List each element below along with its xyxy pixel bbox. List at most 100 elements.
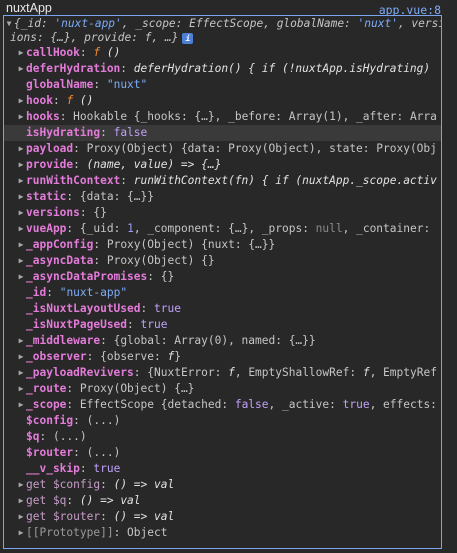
property-value: {_hooks: {…}, _before: Array(1), _after:… [133,110,437,123]
property-row[interactable]: ▶ _observer: {observe: f} [4,349,441,365]
property-value: , _active: [268,398,343,411]
property-row[interactable]: ▶ _asyncData: Proxy(Object) {} [4,253,441,269]
property-key: _asyncData [26,254,94,267]
property-row[interactable]: ▶ _scope: EffectScope {detached: false, _… [4,397,441,413]
variable-title: nuxtApp [6,1,52,15]
property-value: {NuxtError: [147,366,229,379]
triangle-right-icon[interactable]: ▶ [16,333,26,349]
property-row[interactable]: $q: (...) [4,429,441,445]
triangle-right-icon[interactable]: ▶ [16,493,26,509]
property-key: get $config [26,478,101,491]
triangle-right-icon[interactable]: ▶ [16,141,26,157]
property-value: {} [93,206,107,219]
key-separator: : [93,238,107,251]
triangle-right-icon[interactable]: ▶ [16,93,26,109]
property-row[interactable]: __v_skip: true [4,461,441,477]
property-row[interactable]: ▶ callHook: f () [4,45,441,61]
triangle-right-icon[interactable]: ▶ [16,397,26,413]
property-value: {detached: [160,398,235,411]
triangle-right-icon[interactable]: ▶ [16,237,26,253]
property-key: _asyncDataPromises [26,270,148,283]
property-value: {observe: [100,350,168,363]
triangle-right-icon[interactable]: ▶ [16,349,26,365]
property-row[interactable]: ▶ payload: Proxy(Object) {data: Proxy(Obj… [4,141,441,157]
property-key: _scope [26,398,67,411]
property-row[interactable]: ▶ get $q: () => val [4,493,441,509]
property-row[interactable]: ▶ hook: f () [4,93,441,109]
property-row[interactable]: ▶ _appConfig: Proxy(Object) {nuxt: {…}} [4,237,441,253]
property-key: versions [26,206,80,219]
property-row[interactable]: ▶ get $config: () => val [4,477,441,493]
property-key: isHydrating [26,126,101,139]
summary-text-c: , _scope: EffectScope, globalName: [121,17,358,30]
property-row[interactable]: ▶ _route: Proxy(Object) {…} [4,381,441,397]
property-row[interactable]: globalName: "nuxt" [4,77,441,93]
property-key: _payloadRevivers [26,366,134,379]
property-value: () [73,94,94,107]
property-key: _observer [26,350,87,363]
property-value: {…} [174,382,195,395]
triangle-right-icon[interactable]: ▶ [16,61,26,77]
property-value: true [342,398,370,411]
property-row[interactable]: ▶ deferHydration: deferHydration() { if (… [4,61,441,77]
triangle-right-icon[interactable]: ▶ [16,509,26,525]
property-row[interactable]: ▶ get $router: () => val [4,509,441,525]
property-row[interactable]: _isNuxtPageUsed: true [4,317,441,333]
property-row[interactable]: ▶ static: {data: {…}} [4,189,441,205]
property-key: provide [26,158,74,171]
triangle-right-icon[interactable]: ▶ [16,477,26,493]
property-row[interactable]: isHydrating: false [4,125,441,141]
triangle-right-icon[interactable]: ▶ [16,109,26,125]
key-separator: : [93,78,107,91]
triangle-right-icon[interactable]: ▶ [16,173,26,189]
property-row[interactable]: ▶ runWithContext: runWithContext(fn) { if… [4,173,441,189]
property-value: {data: {…}} [79,190,154,203]
info-icon[interactable]: i [182,32,194,44]
triangle-right-icon[interactable]: ▶ [16,45,26,61]
triangle-right-icon[interactable]: ▶ [16,205,26,221]
property-key: [[Prototype]] [26,526,114,539]
key-separator: : [113,526,128,539]
property-row[interactable]: _id: "nuxt-app" [4,285,441,301]
triangle-right-icon[interactable]: ▶ [16,157,26,173]
property-row[interactable]: ▶ _middleware: {global: Array(0), named: … [4,333,441,349]
property-row[interactable]: ▶ vueApp: {_uid: 1, _component: {…}, _pro… [4,221,441,237]
property-row[interactable]: ▶ hooks: Hookable {_hooks: {…}, _before: … [4,109,441,125]
property-key: globalName [26,78,94,91]
property-row[interactable]: ▶ versions: {} [4,205,441,221]
property-value: false [234,398,269,411]
key-separator: : [93,254,107,267]
summary-id: 'nuxt-app' [54,17,122,30]
property-row[interactable]: ▶ [[Prototype]]: Object [4,525,441,541]
key-separator: : [66,382,80,395]
property-row[interactable]: ▶ provide: (name, value) => {…} [4,157,441,173]
property-value: 1 [127,222,134,235]
property-key: hooks [26,110,60,123]
triangle-right-icon[interactable]: ▶ [16,253,26,269]
property-value: {data: Proxy(Object), state: Proxy(Obj [180,142,437,155]
property-row[interactable]: ▶ _payloadRevivers: {NuxtError: f, EmptyS… [4,365,441,381]
property-key: $config [26,414,74,427]
object-inspector-panel: ▼ {_id: 'nuxt-app', _scope: EffectScope, … [3,15,442,549]
property-value: () => val [113,510,175,523]
property-value: Proxy(Object) [79,382,175,395]
key-separator: : [127,318,141,331]
triangle-right-icon[interactable]: ▶ [16,269,26,285]
property-key: get $router [26,510,101,523]
property-row[interactable]: $config: (...) [4,413,441,429]
property-key: hook [26,94,53,107]
key-separator: : [120,62,134,75]
property-row[interactable]: $router: (...) [4,445,441,461]
property-value: , EmptyShallowRef: [234,366,363,379]
triangle-right-icon[interactable]: ▶ [16,525,26,541]
key-separator: : [100,478,114,491]
property-row[interactable]: _isNuxtLayoutUsed: true [4,301,441,317]
triangle-right-icon[interactable]: ▶ [16,365,26,381]
summary-global-name: 'nuxt' [357,17,398,30]
property-row[interactable]: ▶ _asyncDataPromises: {} [4,269,441,285]
property-value: runWithContext(fn) { if (nuxtApp._scope.… [133,174,437,187]
triangle-right-icon[interactable]: ▶ [16,221,26,237]
property-value: Hookable [73,110,134,123]
triangle-right-icon[interactable]: ▶ [16,189,26,205]
triangle-right-icon[interactable]: ▶ [16,381,26,397]
